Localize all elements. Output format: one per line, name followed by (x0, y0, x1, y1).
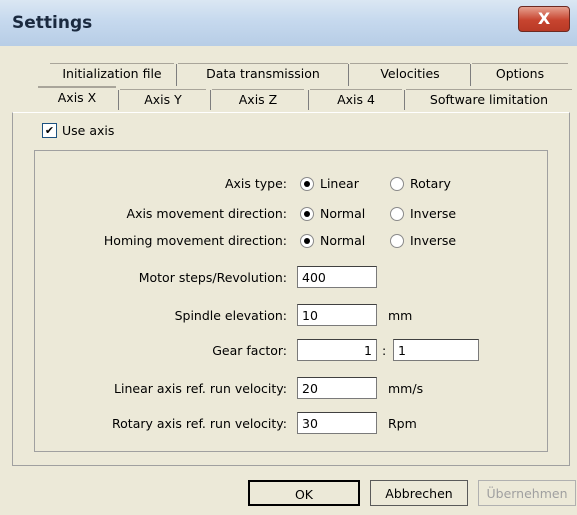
tab-initialization-file[interactable]: Initialization file (50, 63, 174, 84)
linear-velocity-input[interactable]: 20 (297, 377, 377, 399)
use-axis-label: Use axis (62, 123, 115, 138)
tab-divider (210, 90, 211, 110)
tab-divider (470, 64, 471, 86)
linear-velocity-unit: mm/s (388, 381, 424, 396)
gear-factor-label: Gear factor: (212, 343, 287, 358)
settings-window: Settings X Initialization file Data tran… (0, 0, 577, 515)
apply-button[interactable]: Übernehmen (478, 480, 576, 506)
spindle-elevation-input[interactable]: 10 (297, 304, 377, 326)
axis-type-linear-label: Linear (320, 176, 359, 191)
rotary-velocity-label: Rotary axis ref. run velocity: (112, 416, 287, 431)
spindle-elevation-unit: mm (388, 308, 413, 323)
title-bar[interactable]: Settings X (0, 0, 577, 46)
axis-type-label: Axis type: (224, 176, 287, 191)
tab-divider (308, 90, 309, 110)
axis-type-rotary-label: Rotary (410, 176, 451, 191)
tab-axis-x[interactable]: Axis X (38, 86, 116, 114)
tab-options[interactable]: Options (472, 63, 568, 84)
tab-divider (348, 64, 349, 86)
tab-axis-y[interactable]: Axis Y (120, 89, 206, 110)
tab-divider (118, 90, 119, 110)
gear-factor-separator: : (382, 343, 387, 358)
rotary-velocity-input[interactable]: 30 (297, 412, 377, 434)
tab-axis-4[interactable]: Axis 4 (310, 89, 402, 110)
homing-direction-normal-label: Normal (320, 233, 366, 248)
checkbox-mark[interactable]: ✔ (42, 123, 57, 138)
close-button[interactable]: X (518, 6, 570, 32)
rotary-velocity-unit: Rpm (388, 416, 417, 431)
axis-direction-inverse-label: Inverse (410, 206, 457, 221)
radio-axis-direction-normal[interactable] (300, 207, 314, 221)
homing-direction-label: Homing movement direction: (103, 233, 287, 248)
motor-steps-label: Motor steps/Revolution: (138, 270, 287, 285)
linear-velocity-label: Linear axis ref. run velocity: (114, 381, 287, 396)
spindle-elevation-label: Spindle elevation: (174, 308, 287, 323)
radio-homing-direction-normal[interactable] (300, 234, 314, 248)
window-title: Settings (12, 13, 93, 33)
axis-direction-normal-label: Normal (320, 206, 366, 221)
axis-direction-label: Axis movement direction: (126, 206, 287, 221)
close-icon: X (537, 9, 551, 28)
tab-data-transmission[interactable]: Data transmission (178, 63, 348, 84)
tab-divider (404, 90, 405, 110)
radio-axis-direction-inverse[interactable] (390, 207, 404, 221)
gear-factor-input-1[interactable]: 1 (297, 339, 377, 361)
radio-homing-direction-inverse[interactable] (390, 234, 404, 248)
tab-software-limitation[interactable]: Software limitation (406, 89, 572, 110)
radio-axis-type-linear[interactable] (300, 177, 314, 191)
homing-direction-inverse-label: Inverse (410, 233, 457, 248)
ok-button[interactable]: OK (248, 480, 360, 506)
gear-factor-input-2[interactable]: 1 (393, 339, 479, 361)
motor-steps-input[interactable]: 400 (297, 266, 377, 288)
tab-divider (176, 64, 177, 86)
axis-settings-group (34, 150, 548, 452)
cancel-button[interactable]: Abbrechen (370, 480, 468, 506)
tab-axis-z[interactable]: Axis Z (212, 89, 304, 110)
tab-velocities[interactable]: Velocities (350, 63, 470, 84)
radio-axis-type-rotary[interactable] (390, 177, 404, 191)
